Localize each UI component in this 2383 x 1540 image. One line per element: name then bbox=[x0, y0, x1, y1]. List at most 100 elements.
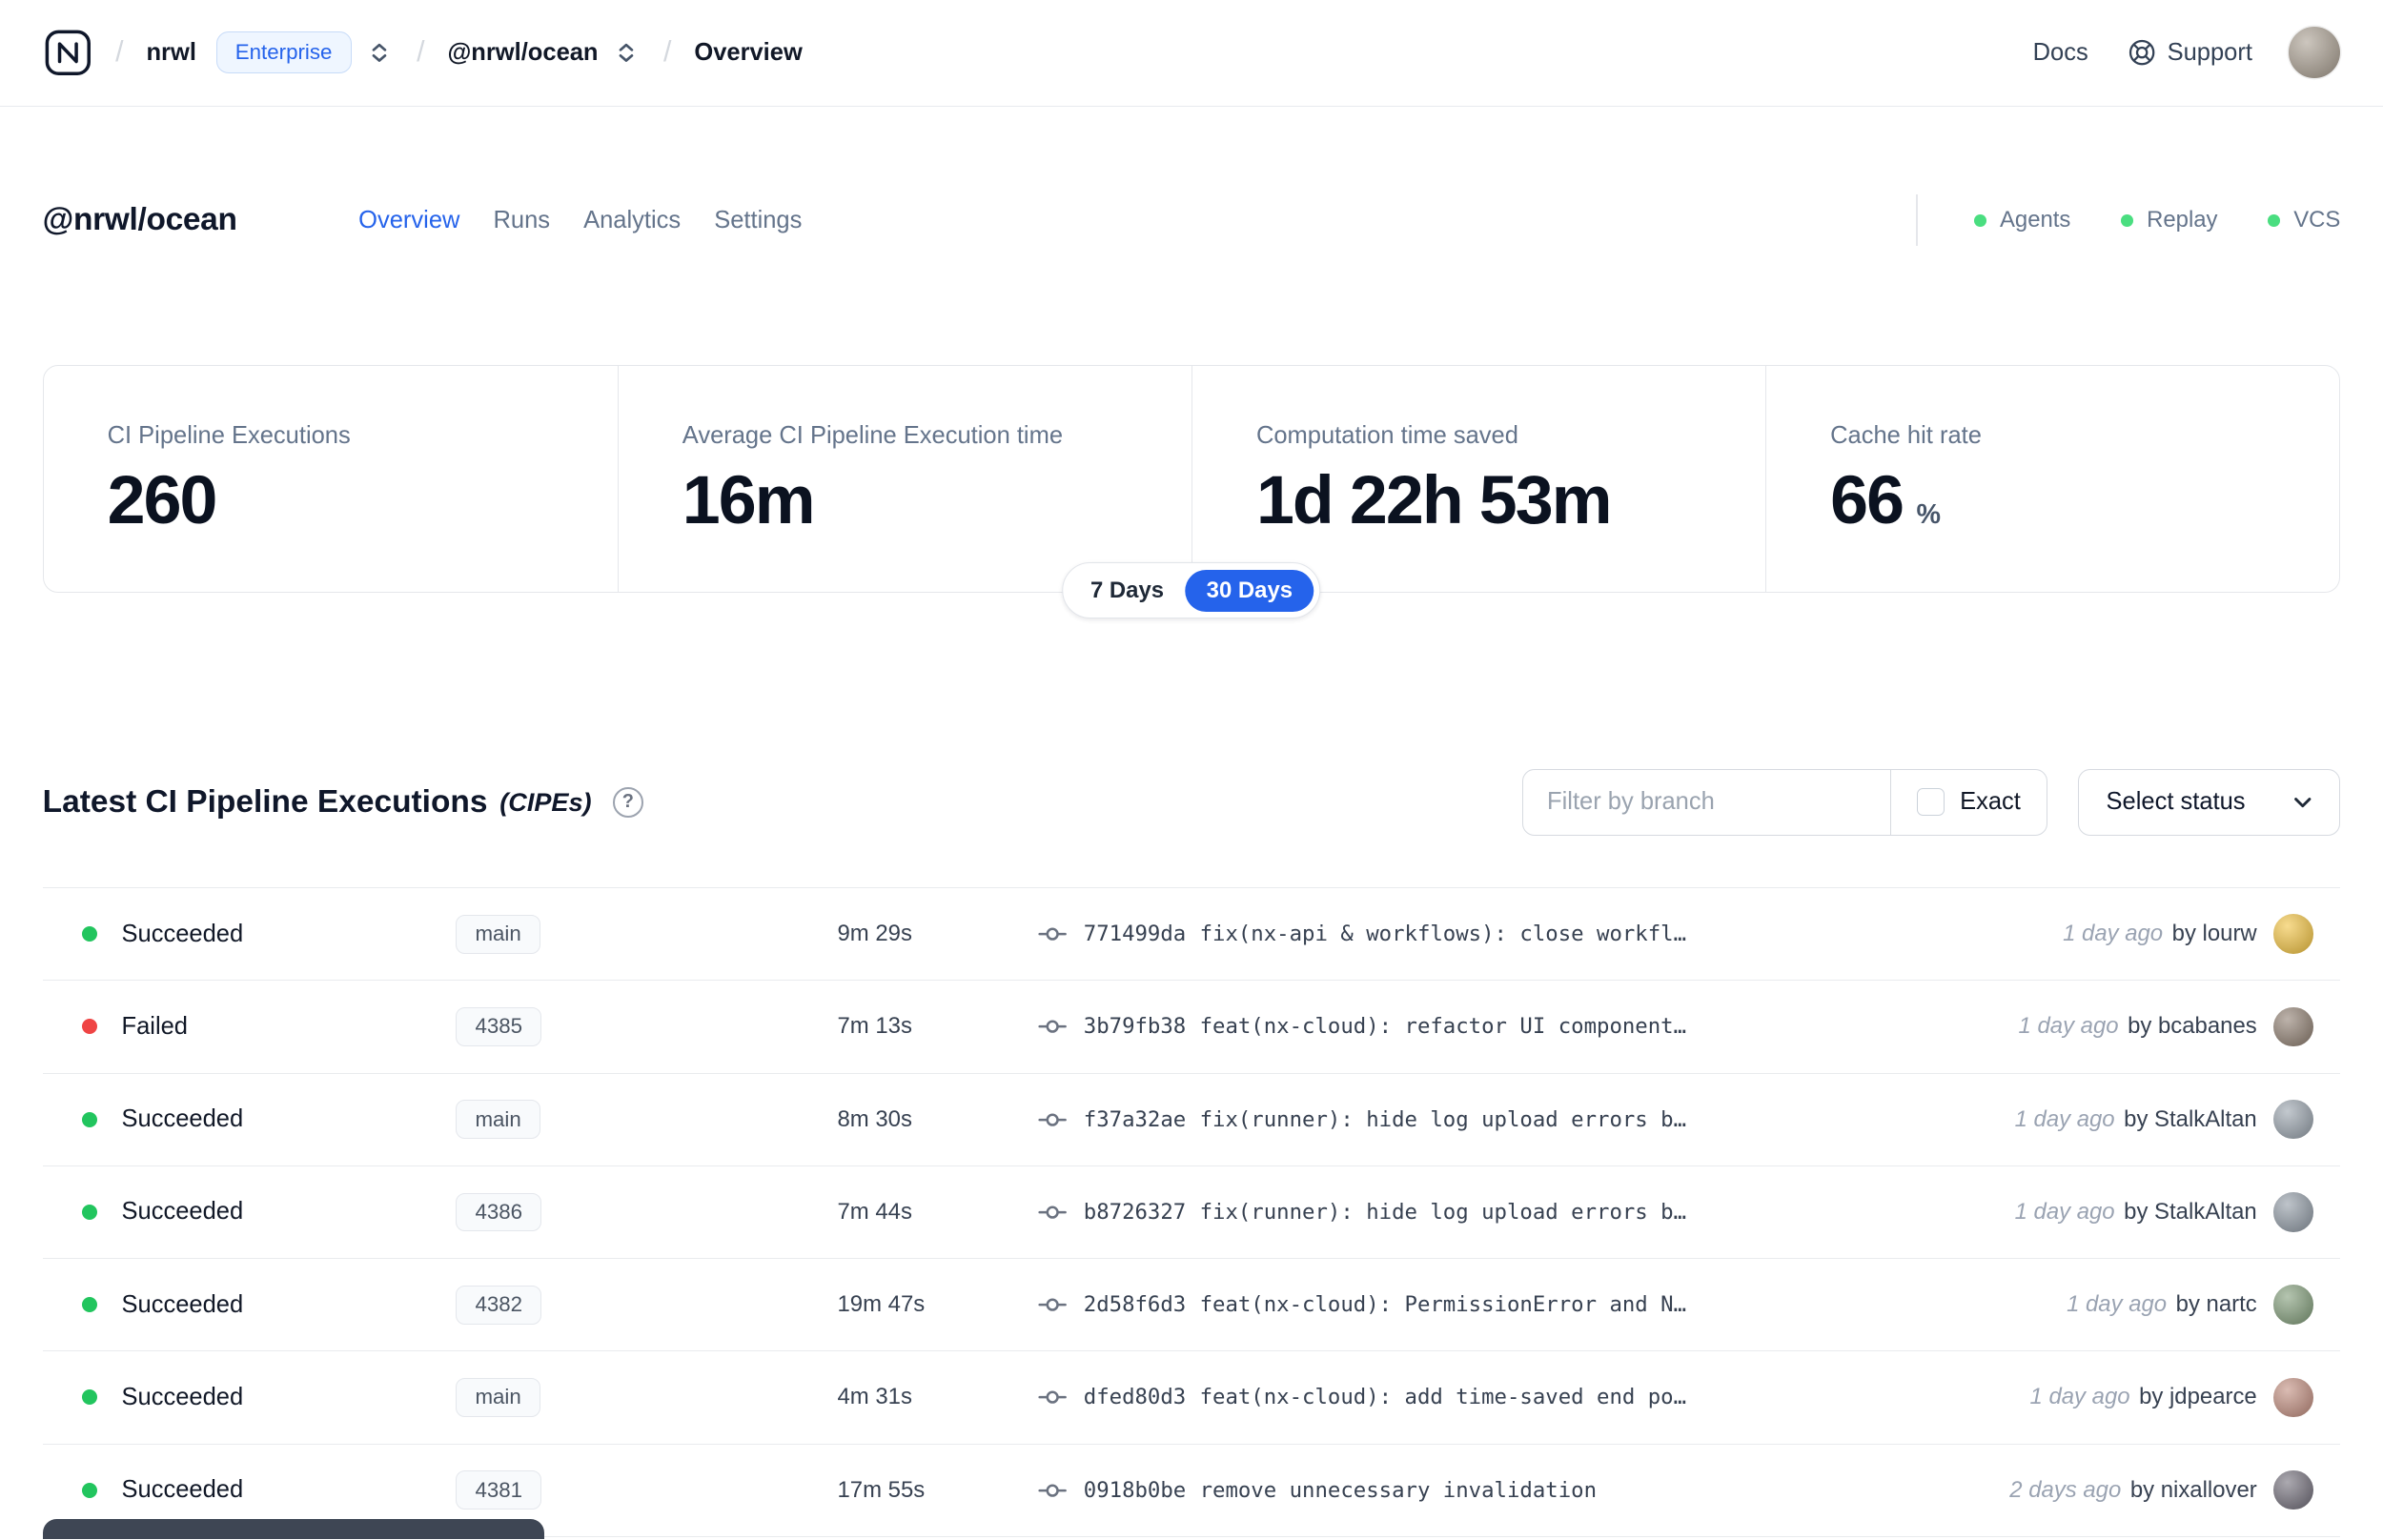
tab-runs[interactable]: Runs bbox=[494, 207, 551, 234]
branch-filter-input[interactable] bbox=[1522, 769, 1891, 835]
commit-hash: 771499da bbox=[1083, 922, 1187, 947]
commit-hash: 2d58f6d3 bbox=[1083, 1292, 1187, 1318]
nx-logo[interactable] bbox=[43, 28, 93, 78]
stat-value: 16m bbox=[682, 462, 816, 539]
cipe-status-cell: Succeeded bbox=[82, 1476, 456, 1504]
branch-pill[interactable]: 4386 bbox=[456, 1192, 542, 1232]
avatar bbox=[2273, 1192, 2313, 1232]
exact-toggle[interactable]: Exact bbox=[1890, 769, 2047, 835]
chevron-down-icon bbox=[2294, 798, 2312, 808]
table-row[interactable]: Failed 4385 7m 13s 3b79fb38 feat(nx-cloud… bbox=[42, 981, 2341, 1074]
commit-link[interactable]: b8726327 fix(runner): hide log upload err… bbox=[1084, 1200, 1686, 1225]
tab-overview[interactable]: Overview bbox=[358, 207, 459, 234]
cipe-commit-cell: 771499da fix(nx-api & workflows): close w… bbox=[1038, 920, 2039, 948]
commit-link[interactable]: 2d58f6d3 feat(nx-cloud): PermissionError … bbox=[1084, 1292, 1686, 1317]
commit-link[interactable]: f37a32ae fix(runner): hide log upload err… bbox=[1084, 1107, 1686, 1132]
branch-pill[interactable]: main bbox=[456, 914, 540, 954]
commit-link[interactable]: 0918b0be remove unnecessary invalidation bbox=[1084, 1478, 1597, 1503]
commit-link[interactable]: 3b79fb38 feat(nx-cloud): refactor UI comp… bbox=[1084, 1014, 1686, 1039]
workspace-status-group: Agents Replay VCS bbox=[1916, 194, 2340, 247]
workspace-switcher[interactable] bbox=[612, 36, 641, 70]
commit-message: feat(nx-cloud): add time-saved end po… bbox=[1199, 1385, 1687, 1410]
git-commit-icon bbox=[1038, 1484, 1067, 1497]
table-row[interactable]: Succeeded main 9m 29s 771499da fix(nx-api… bbox=[42, 888, 2341, 982]
cipe-commit-cell: b8726327 fix(runner): hide log upload err… bbox=[1038, 1198, 1990, 1226]
avatar bbox=[2273, 1285, 2313, 1325]
cipe-author: by nixallover bbox=[2129, 1476, 2257, 1503]
chevron-updown-icon bbox=[619, 43, 634, 62]
commit-hash: 3b79fb38 bbox=[1083, 1014, 1187, 1040]
stat-average-execution-time: Average CI Pipeline Execution time 16m bbox=[617, 365, 1192, 592]
tab-analytics[interactable]: Analytics bbox=[583, 207, 681, 234]
status-vcs[interactable]: VCS bbox=[2268, 207, 2340, 233]
stat-label: CI Pipeline Executions bbox=[107, 421, 351, 449]
branch-pill[interactable]: 4385 bbox=[456, 1007, 542, 1046]
git-commit-icon bbox=[1038, 1020, 1067, 1034]
support-link[interactable]: Support bbox=[2128, 38, 2252, 67]
avatar bbox=[2273, 1469, 2313, 1510]
breadcrumb-separator: / bbox=[417, 36, 425, 69]
exact-checkbox[interactable] bbox=[1917, 788, 1945, 817]
cipe-duration: 8m 30s bbox=[837, 1105, 912, 1132]
cipe-status-cell: Succeeded bbox=[82, 1105, 456, 1133]
workspace-tabs: Overview Runs Analytics Settings bbox=[358, 207, 802, 234]
branch-pill[interactable]: 4382 bbox=[456, 1285, 542, 1325]
cipe-title-suffix: (CIPEs) bbox=[499, 786, 592, 817]
status-dot-icon bbox=[82, 1389, 98, 1406]
cipe-title: Latest CI Pipeline Executions bbox=[42, 783, 488, 820]
breadcrumb-separator: / bbox=[663, 36, 672, 69]
status-replay[interactable]: Replay bbox=[2121, 207, 2218, 233]
status-dot-icon bbox=[82, 1482, 98, 1498]
commit-message: fix(runner): hide log upload errors b… bbox=[1199, 1106, 1687, 1132]
cipe-time: 1 day ago bbox=[2067, 1291, 2168, 1318]
breadcrumb-separator: / bbox=[115, 36, 124, 69]
branch-pill[interactable]: main bbox=[456, 1378, 540, 1417]
docs-link[interactable]: Docs bbox=[2033, 39, 2088, 67]
cipe-duration: 4m 31s bbox=[837, 1384, 912, 1410]
cipe-commit-cell: f37a32ae fix(runner): hide log upload err… bbox=[1038, 1105, 1990, 1134]
user-avatar[interactable] bbox=[2289, 27, 2341, 79]
table-row[interactable]: Succeeded main 4m 31s dfed80d3 feat(nx-cl… bbox=[42, 1351, 2341, 1445]
git-commit-icon bbox=[1038, 1113, 1067, 1126]
nx-cloud-app: / nrwl Enterprise / @nrwl/ocean / Overvi… bbox=[0, 0, 2383, 1540]
commit-message: fix(runner): hide log upload errors b… bbox=[1199, 1199, 1687, 1225]
commit-link[interactable]: 771499da fix(nx-api & workflows): close w… bbox=[1084, 922, 1686, 946]
status-dot-icon bbox=[82, 1297, 98, 1313]
status-replay-label: Replay bbox=[2147, 207, 2218, 233]
org-switcher[interactable] bbox=[365, 36, 394, 70]
cipe-author: by StalkAltan bbox=[2124, 1105, 2257, 1132]
green-dot-icon bbox=[2121, 213, 2133, 227]
branch-pill[interactable]: main bbox=[456, 1100, 540, 1140]
status-agents[interactable]: Agents bbox=[1973, 207, 2070, 233]
avatar bbox=[2273, 1377, 2313, 1418]
cipe-status: Succeeded bbox=[121, 920, 244, 947]
table-row[interactable]: Succeeded 4382 19m 47s 2d58f6d3 feat(nx-c… bbox=[42, 1259, 2341, 1352]
branch-pill[interactable]: 4381 bbox=[456, 1470, 542, 1510]
cipe-commit-cell: 0918b0be remove unnecessary invalidation bbox=[1038, 1476, 1986, 1505]
table-row[interactable]: Succeeded 4386 7m 44s b8726327 fix(runner… bbox=[42, 1166, 2341, 1260]
stat-cache-hit-rate: Cache hit rate 66% bbox=[1765, 365, 2339, 592]
stat-value: 260 bbox=[107, 462, 218, 539]
range-7-days[interactable]: 7 Days bbox=[1069, 570, 1186, 612]
vertical-divider bbox=[1916, 194, 1918, 247]
git-commit-icon bbox=[1038, 1390, 1067, 1405]
nx-logo-icon bbox=[45, 30, 91, 75]
top-navbar: / nrwl Enterprise / @nrwl/ocean / Overvi… bbox=[0, 0, 2383, 107]
range-30-days[interactable]: 30 Days bbox=[1185, 569, 1314, 612]
status-dot-icon bbox=[82, 926, 98, 942]
green-dot-icon bbox=[1973, 213, 1986, 227]
help-icon[interactable]: ? bbox=[612, 786, 643, 818]
chevron-updown-icon bbox=[372, 43, 387, 62]
breadcrumb-workspace[interactable]: @nrwl/ocean bbox=[447, 39, 598, 67]
cipe-meta-cell: 1 day ago by nartc bbox=[2067, 1285, 2313, 1325]
select-status-dropdown[interactable]: Select status bbox=[2077, 768, 2341, 836]
cipe-time: 1 day ago bbox=[2063, 921, 2164, 947]
enterprise-badge[interactable]: Enterprise bbox=[215, 31, 352, 74]
cipe-meta-cell: 1 day ago by lourw bbox=[2063, 914, 2313, 954]
commit-hash: 0918b0be bbox=[1083, 1477, 1187, 1503]
breadcrumb-org[interactable]: nrwl bbox=[146, 39, 195, 67]
commit-link[interactable]: dfed80d3 feat(nx-cloud): add time-saved e… bbox=[1084, 1385, 1686, 1409]
tab-settings[interactable]: Settings bbox=[714, 207, 802, 234]
workspace-header: @nrwl/ocean Overview Runs Analytics Sett… bbox=[43, 194, 2340, 247]
table-row[interactable]: Succeeded main 8m 30s f37a32ae fix(runner… bbox=[42, 1074, 2341, 1166]
